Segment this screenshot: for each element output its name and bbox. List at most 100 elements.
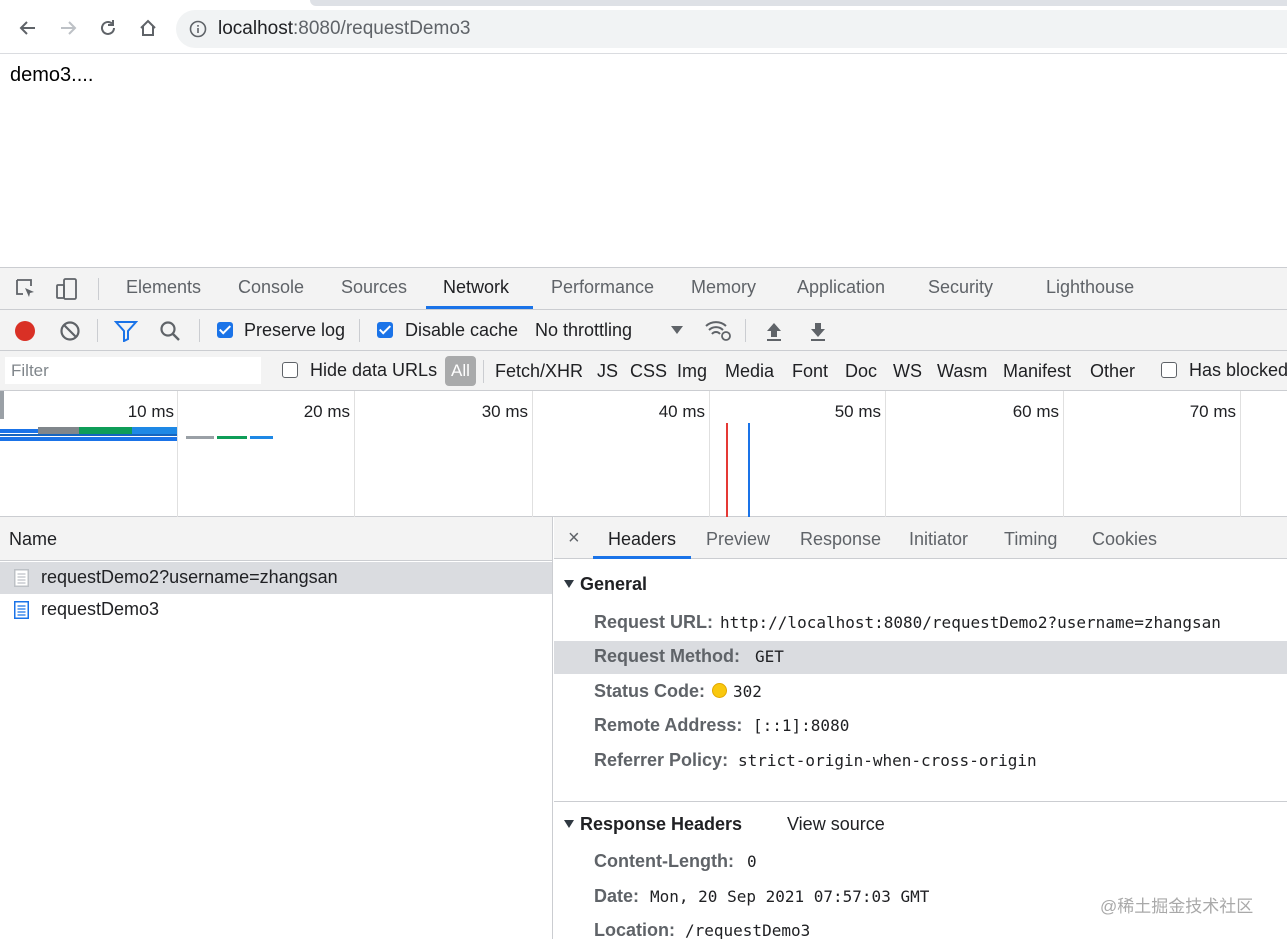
url-host: localhost xyxy=(218,18,293,39)
active-tab-indicator xyxy=(426,306,533,309)
divider xyxy=(97,319,98,342)
tab-application[interactable]: Application xyxy=(797,277,885,298)
has-blocked-label[interactable]: Has blocked xyxy=(1189,360,1287,381)
request-name: requestDemo3 xyxy=(41,599,160,619)
inspect-element-icon[interactable] xyxy=(14,277,38,301)
header-row: Content-Length: 0 xyxy=(554,846,1287,879)
tab-elements[interactable]: Elements xyxy=(126,277,201,298)
chevron-down-icon[interactable] xyxy=(670,325,684,335)
header-value: strict-origin-when-cross-origin xyxy=(738,751,1037,770)
network-conditions-icon[interactable] xyxy=(704,318,732,342)
filter-media[interactable]: Media xyxy=(725,361,774,382)
status-code: 302 xyxy=(733,682,762,701)
throttling-select[interactable]: No throttling xyxy=(535,320,632,341)
filter-wasm[interactable]: Wasm xyxy=(937,361,987,382)
filter-other[interactable]: Other xyxy=(1090,361,1135,382)
filter-css[interactable]: CSS xyxy=(630,361,667,382)
header-row: Location: /requestDemo3 xyxy=(554,915,1287,939)
home-button[interactable] xyxy=(134,14,162,42)
view-source-link[interactable]: View source xyxy=(787,814,885,835)
filter-all-button[interactable]: All xyxy=(445,356,476,386)
filter-img[interactable]: Img xyxy=(677,361,707,382)
tab-cookies[interactable]: Cookies xyxy=(1092,529,1157,550)
tab-lighthouse[interactable]: Lighthouse xyxy=(1046,277,1134,298)
devtools-panel: Elements Console Sources Network Perform… xyxy=(0,267,1287,939)
overview-range-handle[interactable] xyxy=(0,391,4,419)
record-icon[interactable] xyxy=(14,320,36,342)
back-button[interactable] xyxy=(14,14,42,42)
tab-timing[interactable]: Timing xyxy=(1004,529,1057,550)
request-list-pane: Name requestDemo2?username=zhangsan requ… xyxy=(0,517,553,939)
tab-console[interactable]: Console xyxy=(238,277,304,298)
hide-data-urls-checkbox[interactable] xyxy=(282,362,298,378)
divider xyxy=(98,278,99,300)
timing-bar-waiting-2 xyxy=(217,436,247,439)
filter-font[interactable]: Font xyxy=(792,361,828,382)
general-section-toggle[interactable]: General xyxy=(564,574,647,595)
grid-line xyxy=(709,391,710,517)
tab-network[interactable]: Network xyxy=(443,277,509,298)
address-bar[interactable]: localhost:8080/requestDemo3 xyxy=(176,10,1287,48)
tab-security[interactable]: Security xyxy=(928,277,993,298)
close-icon[interactable]: × xyxy=(568,527,580,550)
timing-bar-request1 xyxy=(0,437,177,441)
filter-manifest[interactable]: Manifest xyxy=(1003,361,1071,382)
disable-cache-checkbox[interactable] xyxy=(377,322,393,338)
request-name: requestDemo2?username=zhangsan xyxy=(41,567,338,587)
header-row: Request URL: http://localhost:8080/reque… xyxy=(554,607,1287,640)
tab-performance[interactable]: Performance xyxy=(551,277,654,298)
request-details-pane: × Headers Preview Response Initiator Tim… xyxy=(554,517,1287,939)
header-row: Status Code: 302 xyxy=(554,676,1287,709)
tab-headers[interactable]: Headers xyxy=(608,529,676,550)
header-key: Request URL: xyxy=(594,612,714,632)
network-toolbar: Preserve log Disable cache No throttling xyxy=(0,310,1287,351)
grid-line xyxy=(532,391,533,517)
response-headers-section-toggle[interactable]: Response Headers xyxy=(564,814,742,835)
filter-fetch-xhr[interactable]: Fetch/XHR xyxy=(495,361,583,382)
disable-cache-label[interactable]: Disable cache xyxy=(405,320,518,341)
timing-bar-download-2 xyxy=(250,436,273,439)
tab-sources[interactable]: Sources xyxy=(341,277,407,298)
request-row[interactable]: requestDemo3 xyxy=(0,594,552,626)
filter-js[interactable]: JS xyxy=(597,361,618,382)
load-event-line xyxy=(726,423,728,517)
timing-bar-stalled-2 xyxy=(186,436,214,439)
active-details-tab-indicator xyxy=(593,556,691,559)
hide-data-urls-label[interactable]: Hide data URLs xyxy=(310,360,437,381)
tab-memory[interactable]: Memory xyxy=(691,277,756,298)
clear-icon[interactable] xyxy=(59,320,81,342)
tab-strip xyxy=(310,0,1287,6)
device-toolbar-icon[interactable] xyxy=(55,277,79,301)
filter-input[interactable]: Filter xyxy=(5,357,261,384)
has-blocked-checkbox[interactable] xyxy=(1161,362,1177,378)
forward-arrow-icon xyxy=(61,21,77,35)
request-row[interactable]: requestDemo2?username=zhangsan xyxy=(0,562,552,594)
network-overview-timeline[interactable]: 10 ms 20 ms 30 ms 40 ms 50 ms 60 ms 70 m… xyxy=(0,391,1287,517)
filter-doc[interactable]: Doc xyxy=(845,361,877,382)
grid-line xyxy=(885,391,886,517)
url-path: :8080/requestDemo3 xyxy=(293,18,471,39)
search-icon[interactable] xyxy=(159,320,181,342)
name-column-header[interactable]: Name xyxy=(0,517,552,561)
forward-button[interactable] xyxy=(54,14,82,42)
reload-button[interactable] xyxy=(94,14,122,42)
tab-response[interactable]: Response xyxy=(800,529,881,550)
header-row: Request Method: GET xyxy=(554,641,1287,674)
header-row: Remote Address: [::1]:8080 xyxy=(554,710,1287,743)
site-info-icon[interactable] xyxy=(189,20,207,38)
export-har-icon[interactable] xyxy=(809,320,827,342)
tab-initiator[interactable]: Initiator xyxy=(909,529,968,550)
tab-preview[interactable]: Preview xyxy=(706,529,770,550)
back-arrow-icon xyxy=(19,21,35,35)
filter-ws[interactable]: WS xyxy=(893,361,922,382)
timing-bar-outline xyxy=(0,434,177,436)
filter-icon[interactable] xyxy=(114,320,138,342)
network-filter-bar: Filter Hide data URLs All Fetch/XHR JS C… xyxy=(0,351,1287,391)
grid-line xyxy=(177,391,178,517)
expand-triangle-icon xyxy=(564,820,574,828)
preserve-log-checkbox[interactable] xyxy=(217,322,233,338)
url-text[interactable]: localhost:8080/requestDemo3 xyxy=(218,18,470,40)
grid-line xyxy=(1063,391,1064,517)
import-har-icon[interactable] xyxy=(765,320,783,342)
preserve-log-label[interactable]: Preserve log xyxy=(244,320,345,341)
